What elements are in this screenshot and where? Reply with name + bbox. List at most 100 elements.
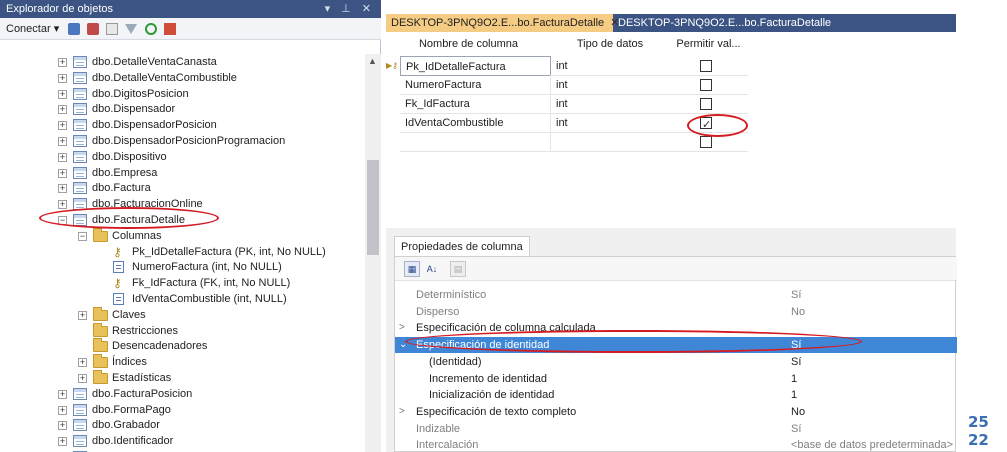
- scroll-up-icon[interactable]: ▲: [368, 56, 377, 66]
- expand-icon[interactable]: +: [58, 184, 67, 194]
- tree-item-label: dbo.Empresa: [92, 166, 158, 179]
- table-row[interactable]: NumeroFactura int: [386, 75, 756, 95]
- table-row[interactable]: ▶⚷ Pk_IdDetalleFactura int: [386, 56, 756, 76]
- property-value[interactable]: No: [791, 304, 805, 320]
- column-name-cell[interactable]: NumeroFactura: [400, 75, 551, 95]
- property-value[interactable]: Sí: [791, 354, 801, 370]
- property-row[interactable]: ⌄ Especificación de identidad Sí: [395, 337, 957, 354]
- scrollbar-thumb[interactable]: [367, 160, 379, 255]
- table-icon: [73, 103, 87, 116]
- object-explorer-title-bar: Explorador de objetos ▾ ⊥ ✕: [0, 0, 381, 18]
- table-icon: [73, 198, 87, 211]
- column-name-cell[interactable]: Fk_IdFactura: [400, 94, 551, 114]
- tab-column-properties[interactable]: Propiedades de columna: [394, 236, 530, 256]
- tree-item-label: NumeroFactura (int, No NULL): [132, 261, 282, 274]
- expand-icon[interactable]: +: [78, 358, 87, 368]
- property-row[interactable]: (Identidad) Sí: [395, 354, 957, 370]
- column-name-cell[interactable]: Pk_IdDetalleFactura: [400, 56, 551, 76]
- property-row[interactable]: Indizable Sí: [395, 421, 957, 437]
- activity-monitor-icon[interactable]: [163, 22, 176, 35]
- data-type-cell[interactable]: int: [551, 94, 669, 114]
- data-type-cell[interactable]: int: [551, 75, 669, 95]
- collapse-icon[interactable]: −: [78, 231, 87, 241]
- column-name-cell[interactable]: IdVentaCombustible: [400, 113, 551, 133]
- property-row[interactable]: Intercalación <base de datos predetermina…: [395, 437, 957, 452]
- allow-nulls-checkbox[interactable]: [700, 60, 712, 72]
- sort-alpha-icon[interactable]: A↓: [424, 261, 440, 277]
- table-icon: [73, 214, 87, 226]
- data-type-cell[interactable]: int: [551, 113, 669, 133]
- tree-item-label: dbo.DispensadorPosicionProgramacion: [92, 135, 286, 147]
- expand-icon[interactable]: +: [58, 200, 67, 210]
- tree-item-label: dbo.DetalleVentaCanasta: [92, 56, 217, 68]
- properties-toolbar: ▦ A↓ ▤: [395, 257, 957, 281]
- tab-table-designer[interactable]: DESKTOP-3PNQ9O2.E...bo.FacturaDetalle ✕: [386, 14, 619, 32]
- expand-icon[interactable]: +: [78, 374, 87, 383]
- expand-icon[interactable]: +: [58, 105, 67, 115]
- property-row[interactable]: Incremento de identidad 1: [395, 371, 957, 387]
- stop-icon[interactable]: [106, 22, 119, 35]
- expand-icon[interactable]: +: [58, 405, 67, 415]
- table-icon: [73, 56, 87, 68]
- property-value[interactable]: 1: [791, 371, 797, 387]
- tree-item-label: dbo.DispensadorPosicion: [92, 119, 217, 132]
- property-value[interactable]: Sí: [791, 337, 801, 353]
- expand-icon[interactable]: +: [58, 152, 67, 162]
- collapse-arrow-icon[interactable]: ⌄: [399, 337, 407, 353]
- property-value[interactable]: Sí: [791, 421, 801, 437]
- table-icon: [73, 166, 87, 179]
- allow-nulls-checkbox[interactable]: [700, 136, 712, 148]
- table-row[interactable]: [386, 132, 756, 152]
- property-row[interactable]: Inicialización de identidad 1: [395, 387, 957, 403]
- tree-scrollbar[interactable]: ▲: [365, 54, 381, 452]
- tree-item-label: Estadísticas: [112, 372, 172, 384]
- data-type-cell[interactable]: int: [551, 56, 669, 76]
- tab-table-data[interactable]: DESKTOP-3PNQ9O2.E...bo.FacturaDetalle: [613, 14, 843, 32]
- expand-icon[interactable]: +: [78, 310, 87, 320]
- allow-nulls-checkbox[interactable]: [700, 79, 712, 91]
- expand-icon[interactable]: +: [58, 137, 67, 146]
- folder-icon: [93, 338, 108, 353]
- tree-item-label: dbo.FacturacionOnline: [92, 198, 203, 211]
- property-value[interactable]: No: [791, 404, 805, 420]
- property-row[interactable]: > Especificación de texto completo No: [395, 404, 957, 420]
- property-row[interactable]: Disperso No: [395, 304, 957, 320]
- property-value[interactable]: Sí: [791, 287, 801, 303]
- data-type-cell[interactable]: [551, 132, 669, 152]
- disconnect-icon[interactable]: [87, 22, 100, 35]
- column-grid: Nombre de columna Tipo de datos Permitir…: [386, 32, 956, 240]
- property-pages-icon[interactable]: ▤: [450, 261, 466, 277]
- expand-icon[interactable]: +: [58, 437, 67, 447]
- expand-icon[interactable]: +: [58, 421, 67, 431]
- property-value[interactable]: <base de datos predeterminada>: [791, 437, 953, 452]
- expand-icon[interactable]: +: [58, 168, 67, 178]
- expand-arrow-icon[interactable]: >: [399, 320, 405, 336]
- expand-icon[interactable]: +: [58, 73, 67, 83]
- expand-icon[interactable]: +: [58, 58, 67, 67]
- property-row[interactable]: > Especificación de columna calculada: [395, 320, 957, 336]
- tab-label: DESKTOP-3PNQ9O2.E...bo.FacturaDetalle: [618, 17, 832, 29]
- allow-nulls-cell: [669, 94, 748, 114]
- categorized-icon[interactable]: ▦: [404, 261, 420, 277]
- table-row[interactable]: Fk_IdFactura int: [386, 94, 756, 114]
- header-column-name: Nombre de columna: [386, 32, 551, 56]
- expand-icon[interactable]: +: [58, 389, 67, 399]
- column-name-cell[interactable]: [400, 132, 551, 152]
- property-row[interactable]: Determinístico Sí: [395, 287, 957, 303]
- expand-icon[interactable]: +: [58, 121, 67, 131]
- connect-button[interactable]: Conectar ▾: [6, 22, 59, 35]
- allow-nulls-checkbox[interactable]: [700, 115, 712, 135]
- connect-server-icon[interactable]: [68, 22, 81, 35]
- key-icon: ⚷: [113, 276, 122, 291]
- expand-icon[interactable]: +: [58, 89, 67, 99]
- expand-arrow-icon[interactable]: >: [399, 404, 405, 420]
- allow-nulls-checkbox[interactable]: [700, 98, 712, 110]
- refresh-icon[interactable]: [144, 22, 157, 35]
- allow-nulls-cell: [669, 75, 748, 95]
- key-icon: ⚷: [113, 244, 122, 259]
- filter-icon[interactable]: [125, 23, 138, 34]
- property-value[interactable]: 1: [791, 387, 797, 403]
- table-row[interactable]: IdVentaCombustible int: [386, 113, 756, 135]
- collapse-icon[interactable]: −: [58, 216, 67, 225]
- window-controls[interactable]: ▾ ⊥ ✕: [325, 2, 375, 15]
